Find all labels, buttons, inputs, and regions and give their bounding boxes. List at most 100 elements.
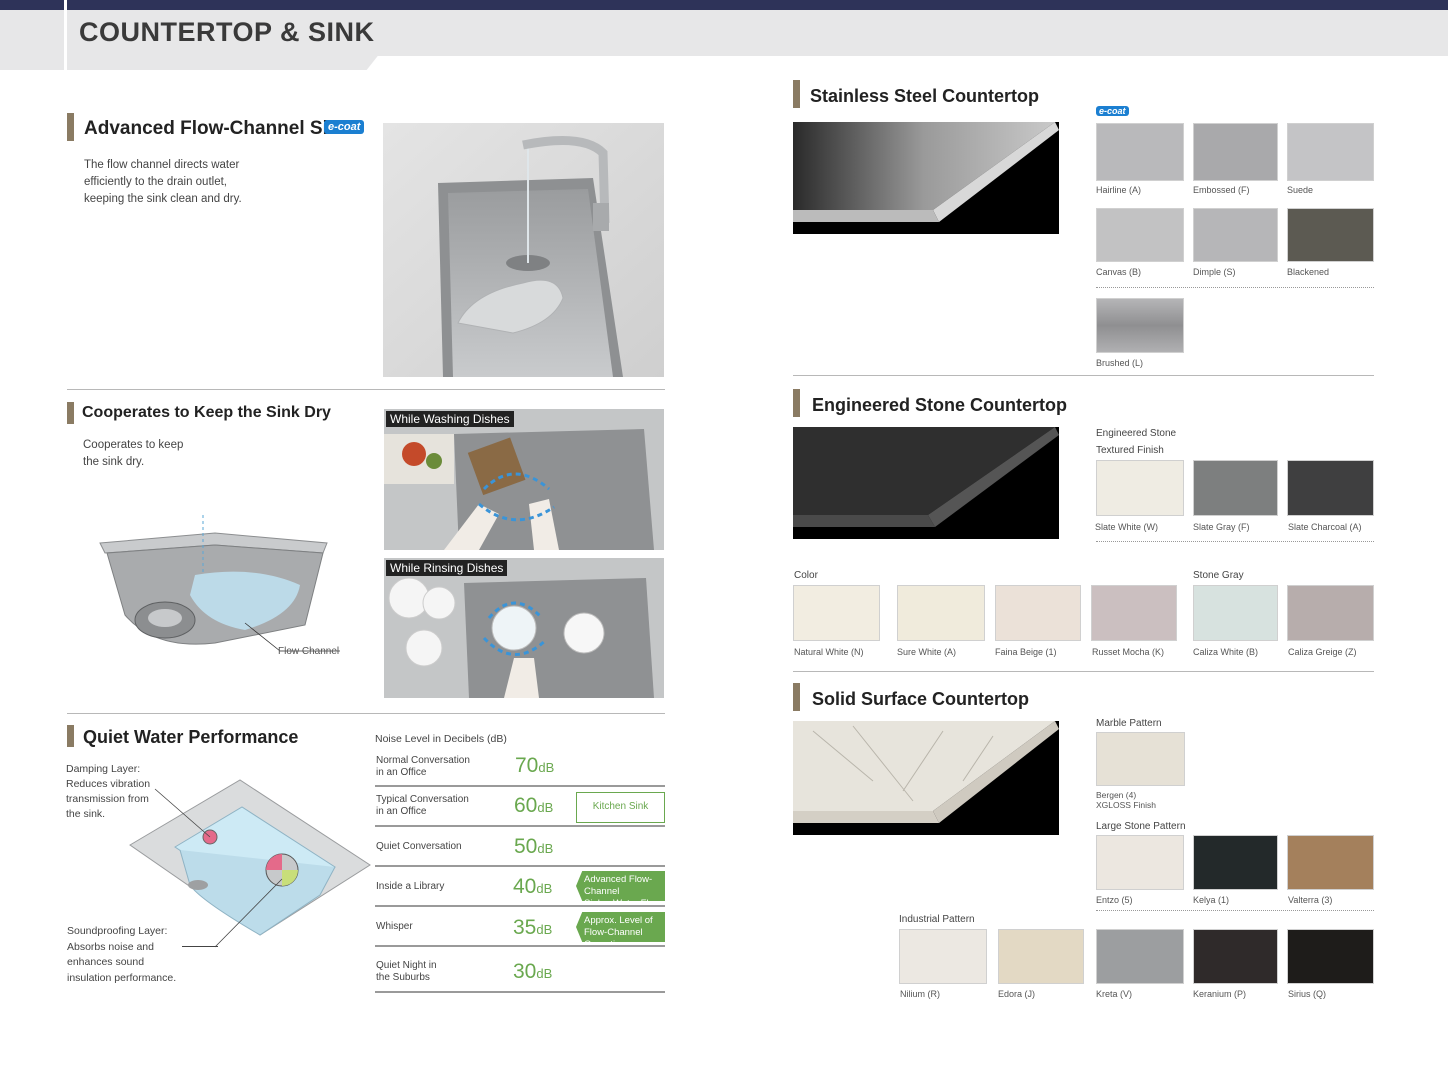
stainless-countertop-photo	[793, 122, 1059, 234]
engineered-title: Engineered Stone Countertop	[812, 395, 1068, 415]
swatch-dimple[interactable]	[1193, 208, 1278, 262]
swatch-label: Blackened	[1287, 267, 1330, 277]
noise-row-label: Normal Conversation in an Office	[376, 755, 470, 778]
noise-row-value: 70dB	[515, 754, 555, 777]
swatch-natural-white[interactable]	[793, 585, 880, 641]
section-accent-bar	[793, 683, 800, 711]
swatch-entzo[interactable]	[1096, 835, 1184, 890]
swatch-keranium[interactable]	[1193, 929, 1278, 984]
section-accent-bar	[67, 725, 74, 747]
noise-row-value: 50dB	[514, 835, 554, 858]
swatch-slate-white[interactable]	[1096, 460, 1184, 516]
swatch-embossed[interactable]	[1193, 123, 1278, 181]
swatch-label: Slate Charcoal (A)	[1288, 522, 1362, 532]
swatch-label: Keranium (P)	[1193, 989, 1247, 999]
washing-dishes-label: While Washing Dishes	[386, 411, 514, 427]
noise-row-label: Whisper	[376, 921, 413, 932]
swatch-kelya[interactable]	[1193, 835, 1278, 890]
top-bar	[0, 0, 1448, 10]
flow-sink-title: Advanced Flow-Channel Sink	[84, 118, 351, 139]
industrial-pattern-label: Industrial Pattern	[899, 914, 975, 925]
swatch-label: Edora (J)	[998, 989, 1036, 999]
swatch-nilium[interactable]	[899, 929, 987, 984]
swatch-label: Caliza Greige (Z)	[1288, 647, 1357, 657]
swatch-sure-white[interactable]	[897, 585, 985, 641]
swatch-canvas[interactable]	[1096, 208, 1184, 262]
dotted-divider	[1096, 287, 1374, 288]
swatch-brushed[interactable]	[1096, 298, 1184, 353]
swatch-caliza-greige[interactable]	[1287, 585, 1374, 641]
keep-dry-title: Cooperates to Keep the Sink Dry	[82, 404, 331, 421]
swatch-slate-charcoal[interactable]	[1287, 460, 1374, 516]
stainless-title: Stainless Steel Countertop	[810, 86, 1040, 106]
swatch-suede[interactable]	[1287, 123, 1374, 181]
swatch-edora[interactable]	[998, 929, 1084, 984]
engineered-subtitle: Engineered Stone Textured Finish	[1096, 428, 1177, 456]
noise-row-value: 40dB	[513, 875, 553, 898]
rinsing-dishes-label: While Rinsing Dishes	[386, 560, 508, 576]
sink-diagram	[95, 515, 345, 665]
swatch-valterra[interactable]	[1287, 835, 1374, 890]
row-divider	[375, 785, 665, 787]
dotted-divider	[1096, 910, 1374, 911]
row-divider	[375, 991, 665, 993]
ecoat-badge: e-coat	[1096, 106, 1129, 116]
dotted-divider	[1096, 541, 1374, 542]
kitchen-sink-tag: Kitchen Sink	[576, 792, 665, 823]
section-divider	[67, 713, 665, 714]
section-divider	[793, 375, 1374, 376]
large-stone-label: Large Stone Pattern	[1096, 821, 1186, 832]
header-divider	[64, 0, 67, 70]
swatch-label: Sure White (A)	[897, 647, 957, 657]
engineered-countertop-photo	[793, 427, 1059, 539]
swatch-russet-mocha[interactable]	[1091, 585, 1177, 641]
noise-row-value: 60dB	[514, 794, 554, 817]
swatch-label: Bergen (4) XGLOSS Finish	[1096, 790, 1156, 810]
section-accent-bar	[793, 389, 800, 417]
quiet-sink-diagram	[120, 775, 375, 950]
swatch-label: Natural White (N)	[794, 647, 864, 657]
row-divider	[375, 825, 665, 827]
section-divider	[67, 389, 665, 390]
marble-pattern-label: Marble Pattern	[1096, 718, 1162, 729]
swatch-blackened[interactable]	[1287, 208, 1374, 262]
rinsing-dishes-photo: While Rinsing Dishes	[384, 558, 664, 698]
noise-table-title: Noise Level in Decibels (dB)	[375, 733, 507, 745]
section-accent-bar	[67, 113, 74, 141]
swatch-label: Caliza White (B)	[1193, 647, 1259, 657]
swatch-label: Entzo (5)	[1096, 895, 1133, 905]
swatch-sirius[interactable]	[1287, 929, 1374, 984]
color-label: Color	[794, 570, 818, 581]
swatch-faina-beige[interactable]	[995, 585, 1081, 641]
quiet-title: Quiet Water Performance	[83, 727, 299, 747]
flow-channel-tag: Advanced Flow-Channel Sink – Water Flow	[576, 871, 665, 901]
swatch-label: Dimple (S)	[1193, 267, 1236, 277]
noise-row-label: Quiet Night in the Suburbs	[376, 960, 437, 983]
flow-sink-photo	[383, 123, 664, 377]
swatch-slate-gray[interactable]	[1193, 460, 1278, 516]
swatch-label: Slate Gray (F)	[1193, 522, 1250, 532]
section-accent-bar	[67, 402, 74, 424]
operation-level-tag: Approx. Level ofFlow-Channel Operation	[576, 912, 665, 942]
noise-row-label: Quiet Conversation	[376, 841, 462, 852]
solid-countertop-photo	[793, 721, 1059, 835]
swatch-kreta[interactable]	[1096, 929, 1184, 984]
noise-row-label: Typical Conversation in an Office	[376, 794, 469, 817]
swatch-bergen[interactable]	[1096, 732, 1185, 786]
ecoat-badge: e-coat	[324, 120, 365, 134]
section-divider	[793, 671, 1374, 672]
swatch-label: Russet Mocha (K)	[1092, 647, 1165, 657]
section-accent-bar	[793, 80, 800, 108]
flow-sink-description: The flow channel directs water efficient…	[84, 159, 242, 205]
swatch-caliza-white[interactable]	[1193, 585, 1278, 641]
stone-gray-label: Stone Gray	[1193, 570, 1244, 581]
swatch-label: Nilium (R)	[900, 989, 940, 999]
noise-row-value: 30dB	[513, 960, 553, 983]
swatch-label: Sirius (Q)	[1288, 989, 1326, 999]
swatch-label: Suede	[1287, 185, 1314, 195]
swatch-hairline[interactable]	[1096, 123, 1184, 181]
swatch-label: Faina Beige (1)	[995, 647, 1057, 657]
row-divider	[375, 945, 665, 947]
keep-dry-description: Cooperates to keep the sink dry.	[83, 439, 184, 468]
flow-channel-label: Flow Channel	[278, 646, 340, 657]
